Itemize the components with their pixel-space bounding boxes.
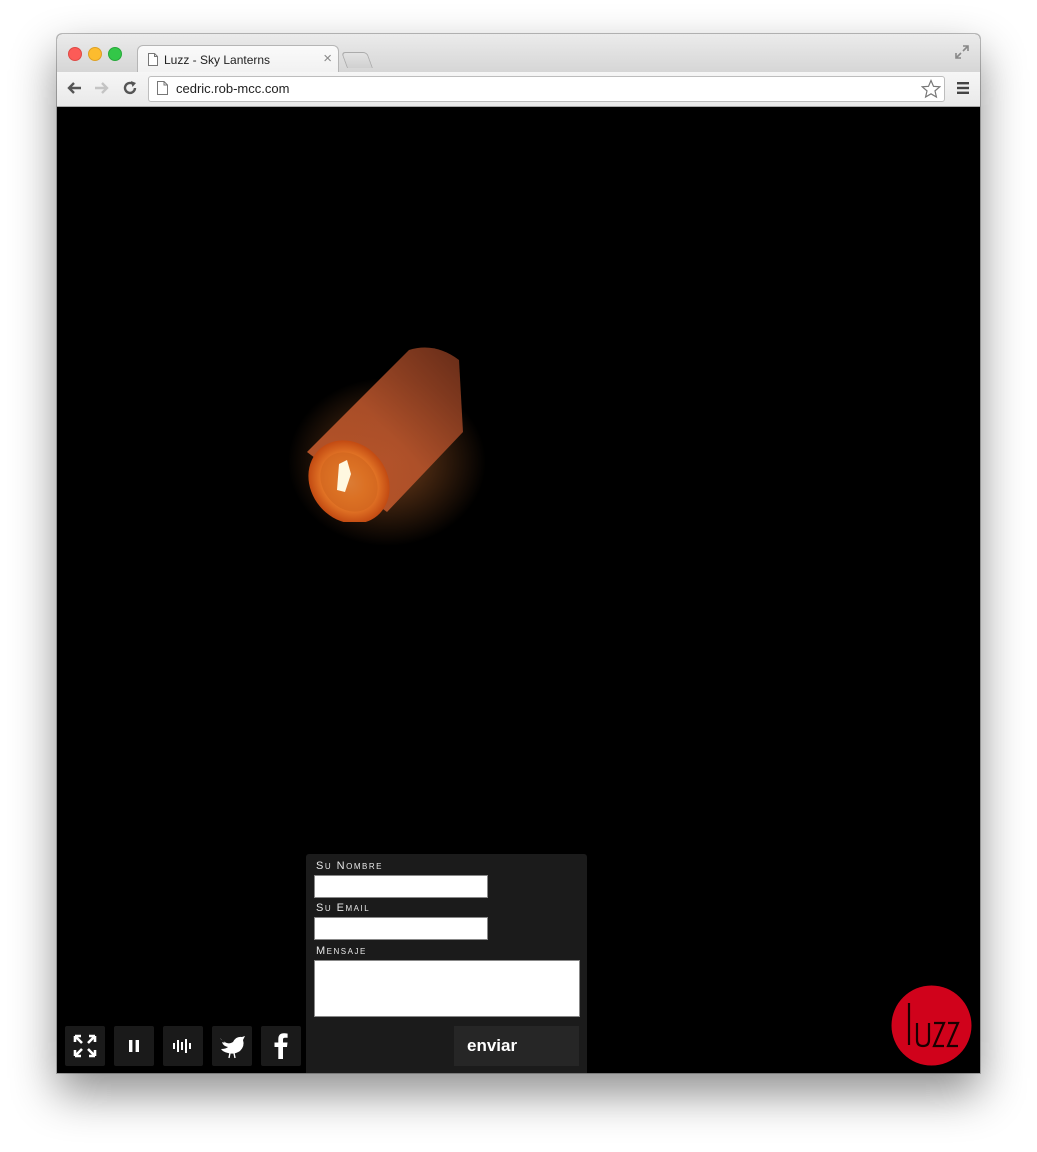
twitter-button[interactable] (212, 1026, 252, 1066)
message-label: Mensaje (316, 945, 367, 957)
send-button[interactable]: enviar (454, 1026, 579, 1066)
twitter-icon (220, 1036, 245, 1059)
browser-fullscreen-icon[interactable] (954, 44, 970, 60)
fullscreen-icon (73, 1034, 97, 1058)
name-label: Su Nombre (316, 860, 383, 872)
menu-icon[interactable] (956, 81, 970, 95)
email-input[interactable] (314, 917, 488, 940)
forward-arrow-icon[interactable] (94, 80, 110, 96)
message-textarea[interactable] (314, 960, 580, 1017)
back-arrow-icon[interactable] (66, 80, 82, 96)
sky-lantern-image (307, 347, 463, 522)
title-bar: Luzz - Sky Lanterns × (57, 34, 980, 73)
fullscreen-button[interactable] (65, 1026, 105, 1066)
tab-title: Luzz - Sky Lanterns (164, 53, 271, 67)
sound-button[interactable] (163, 1026, 203, 1066)
zoom-window-button[interactable] (108, 47, 122, 61)
address-bar[interactable]: cedric.rob-mcc.com (148, 76, 945, 102)
name-input[interactable] (314, 875, 488, 898)
pause-icon (129, 1040, 139, 1052)
reload-icon[interactable] (122, 80, 138, 96)
luzz-logo[interactable] (891, 985, 972, 1066)
minimize-window-button[interactable] (88, 47, 102, 61)
contact-form: Su Nombre Su Email Mensaje enviar (306, 854, 587, 1073)
url-text: cedric.rob-mcc.com (176, 81, 290, 96)
browser-window: Luzz - Sky Lanterns × cedric.rob-mcc.com (57, 34, 980, 1073)
bookmark-star-icon[interactable] (921, 79, 941, 99)
pause-button[interactable] (114, 1026, 154, 1066)
close-tab-icon[interactable]: × (323, 50, 332, 67)
sound-icon (173, 1039, 191, 1053)
close-window-button[interactable] (68, 47, 82, 61)
new-tab-button[interactable] (341, 52, 373, 68)
video-stage[interactable]: Su Nombre Su Email Mensaje enviar (57, 107, 980, 1073)
email-label: Su Email (316, 902, 371, 914)
browser-tab[interactable]: Luzz - Sky Lanterns × (137, 45, 339, 73)
browser-toolbar: cedric.rob-mcc.com (57, 72, 980, 107)
facebook-button[interactable] (261, 1026, 301, 1066)
facebook-icon (274, 1033, 288, 1059)
page-icon (157, 81, 168, 95)
document-icon (148, 53, 158, 66)
